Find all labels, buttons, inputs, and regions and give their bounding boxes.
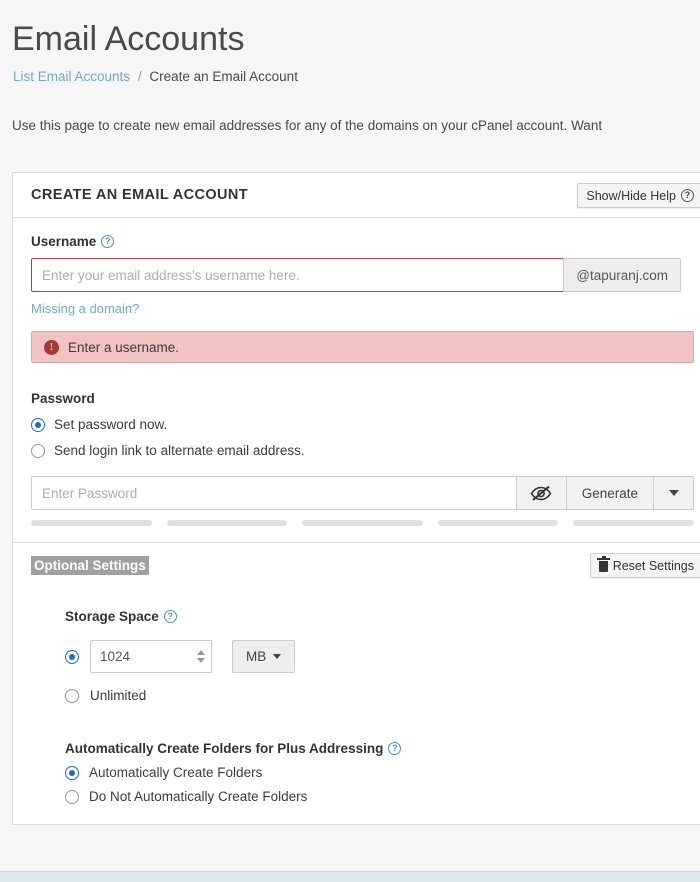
- breadcrumb-separator: /: [137, 69, 142, 84]
- eye-slash-icon: [530, 485, 552, 501]
- card-body: Username ? @tapuranj.com Missing a domai…: [13, 218, 700, 824]
- plus-addressing-option-no-auto[interactable]: Do Not Automatically Create Folders: [65, 789, 682, 804]
- page-title: Email Accounts: [12, 20, 245, 58]
- radio-send-login-link[interactable]: [31, 443, 45, 458]
- plus-addressing-label-row: Automatically Create Folders for Plus Ad…: [65, 741, 682, 756]
- username-input[interactable]: [31, 258, 564, 292]
- password-strength-meter: [31, 520, 694, 526]
- strength-segment: [302, 520, 423, 526]
- missing-a-domain-link[interactable]: Missing a domain?: [31, 301, 139, 316]
- optional-settings-body: Storage Space ? 1024 MB Unlimited Automa…: [31, 587, 682, 804]
- question-circle-icon: ?: [681, 189, 694, 202]
- radio-auto-create-folders[interactable]: [65, 765, 79, 780]
- bottom-band: [0, 871, 700, 882]
- create-email-account-card: CREATE AN EMAIL ACCOUNT Show/Hide Help ?…: [12, 172, 700, 825]
- chevron-down-icon: [273, 654, 282, 659]
- reset-settings-label: Reset Settings: [612, 558, 694, 573]
- username-input-group: @tapuranj.com: [31, 258, 681, 292]
- question-circle-icon[interactable]: ?: [163, 610, 177, 623]
- radio-storage-limited[interactable]: [65, 649, 79, 664]
- optional-settings-title: Optional Settings: [31, 555, 149, 575]
- plus-addressing-label: Automatically Create Folders for Plus Ad…: [65, 741, 384, 756]
- card-title: CREATE AN EMAIL ACCOUNT: [31, 187, 249, 203]
- storage-unit-dropdown[interactable]: MB: [232, 640, 296, 673]
- storage-value-input[interactable]: 1024: [90, 640, 190, 673]
- card-header: CREATE AN EMAIL ACCOUNT Show/Hide Help ?: [13, 173, 700, 218]
- generate-password-label: Generate: [581, 485, 638, 501]
- radio-storage-unlimited[interactable]: [65, 688, 79, 703]
- question-circle-icon[interactable]: ?: [101, 235, 115, 248]
- storage-unlimited-label: Unlimited: [90, 688, 147, 703]
- username-label: Username: [31, 234, 97, 249]
- breadcrumb: List Email Accounts / Create an Email Ac…: [13, 69, 298, 84]
- password-option-label: Send login link to alternate email addre…: [54, 443, 305, 458]
- password-option-send-link[interactable]: Send login link to alternate email addre…: [31, 443, 682, 458]
- show-hide-help-button[interactable]: Show/Hide Help ?: [577, 183, 700, 208]
- page-root: Email Accounts List Email Accounts / Cre…: [0, 0, 700, 882]
- storage-quantity-stepper: 1024: [90, 640, 212, 673]
- username-label-row: Username ?: [31, 234, 682, 249]
- chevron-down-icon: [668, 490, 679, 496]
- storage-unlimited-row[interactable]: Unlimited: [65, 688, 682, 703]
- optional-settings-header: Optional Settings Reset Settings: [13, 542, 700, 587]
- password-input[interactable]: [31, 476, 517, 510]
- storage-unit-label: MB: [246, 649, 267, 664]
- strength-segment: [437, 520, 559, 526]
- question-circle-icon[interactable]: ?: [388, 742, 402, 755]
- trash-icon: [596, 555, 610, 572]
- username-error-message: Enter a username.: [68, 339, 180, 355]
- spinner-up-icon[interactable]: [196, 650, 205, 655]
- radio-set-password-now[interactable]: [31, 417, 45, 432]
- plus-addressing-option-label: Do Not Automatically Create Folders: [89, 789, 308, 804]
- generate-password-button[interactable]: Generate: [566, 476, 654, 510]
- password-option-set-now[interactable]: Set password now.: [31, 417, 682, 432]
- password-input-group: Generate: [31, 476, 694, 510]
- strength-segment: [166, 520, 288, 526]
- password-label: Password: [31, 391, 95, 406]
- radio-do-not-auto-create-folders[interactable]: [65, 789, 79, 804]
- show-hide-help-label: Show/Hide Help: [586, 188, 676, 203]
- generate-options-dropdown-button[interactable]: [654, 476, 694, 510]
- breadcrumb-current: Create an Email Account: [149, 69, 298, 84]
- storage-space-label-row: Storage Space ?: [65, 609, 682, 624]
- plus-addressing-block: Automatically Create Folders for Plus Ad…: [65, 741, 682, 804]
- exclamation-circle-icon: !: [44, 339, 59, 355]
- storage-space-label: Storage Space: [65, 609, 159, 624]
- storage-space-row: 1024 MB: [65, 640, 682, 673]
- plus-addressing-option-label: Automatically Create Folders: [89, 765, 263, 780]
- page-description: Use this page to create new email addres…: [12, 118, 603, 133]
- breadcrumb-link-list-email-accounts[interactable]: List Email Accounts: [13, 69, 130, 84]
- strength-segment: [31, 520, 152, 526]
- strength-segment: [573, 520, 694, 526]
- spinner-down-icon[interactable]: [196, 658, 205, 663]
- username-error-alert: ! Enter a username.: [31, 331, 694, 363]
- password-option-label: Set password now.: [54, 417, 168, 432]
- domain-addon: @tapuranj.com: [563, 258, 681, 292]
- plus-addressing-option-auto[interactable]: Automatically Create Folders: [65, 765, 682, 780]
- toggle-password-visibility-button[interactable]: [516, 476, 567, 510]
- storage-spinner[interactable]: [190, 640, 212, 673]
- reset-settings-button[interactable]: Reset Settings: [589, 553, 700, 578]
